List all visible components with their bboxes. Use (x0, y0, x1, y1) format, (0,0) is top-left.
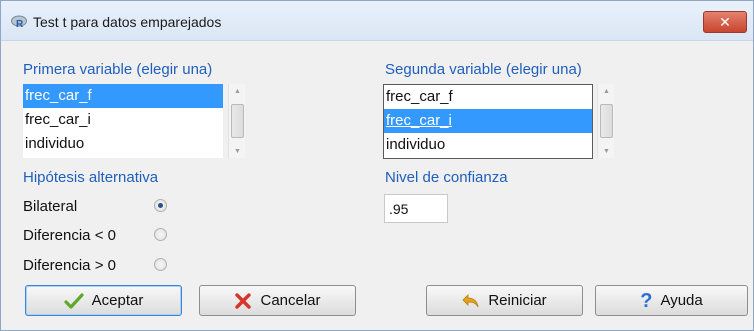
list-item[interactable]: frec_car_f (23, 84, 223, 108)
undo-arrow-icon (462, 293, 480, 309)
r-logo-icon: R (11, 15, 27, 30)
second-variable-label: Segunda variable (elegir una) (385, 61, 582, 78)
dialog-window: R Test t para datos emparejados ✕ Primer… (0, 0, 754, 331)
cross-icon (234, 292, 252, 309)
accept-label: Aceptar (91, 292, 144, 309)
confidence-level-input[interactable] (384, 194, 448, 223)
reset-button[interactable]: Reiniciar (426, 285, 583, 316)
second-variable-list[interactable]: frec_car_f frec_car_i individuo (383, 84, 593, 159)
radio-label-greater: Diferencia > 0 (23, 257, 116, 274)
close-icon[interactable]: ✕ (719, 14, 731, 31)
list-item[interactable]: frec_car_f (384, 85, 592, 109)
confidence-level-label: Nivel de confianza (385, 169, 508, 186)
alternative-hypothesis-label: Hipótesis alternativa (23, 169, 159, 186)
scroll-down-icon[interactable]: ▼ (229, 144, 246, 158)
cancel-button[interactable]: Cancelar (199, 285, 356, 316)
radio-greater[interactable] (154, 258, 167, 271)
dialog-content: Primera variable (elegir una) frec_car_f… (1, 42, 753, 330)
scroll-up-icon[interactable]: ▲ (229, 84, 246, 98)
list-item[interactable]: individuo (384, 133, 592, 157)
first-variable-scrollbar[interactable]: ▲ ▼ (228, 84, 245, 158)
scroll-up-icon[interactable]: ▲ (598, 84, 615, 98)
radio-label-bilateral: Bilateral (23, 198, 78, 215)
list-item[interactable]: frec_car_i (23, 108, 223, 132)
svg-text:R: R (16, 19, 24, 29)
checkmark-icon (64, 292, 84, 309)
radio-label-less: Diferencia < 0 (23, 227, 116, 244)
close-button[interactable]: ✕ (703, 11, 747, 33)
scroll-thumb[interactable] (231, 104, 244, 138)
second-variable-scrollbar[interactable]: ▲ ▼ (597, 84, 614, 158)
radio-less[interactable] (154, 228, 167, 241)
first-variable-label: Primera variable (elegir una) (23, 61, 213, 78)
list-item[interactable]: frec_car_i (384, 109, 592, 133)
first-variable-list[interactable]: frec_car_f frec_car_i individuo (23, 84, 223, 158)
cancel-label: Cancelar (260, 292, 321, 309)
help-button[interactable]: ? Ayuda (595, 285, 748, 316)
list-item[interactable]: individuo (23, 132, 223, 156)
reset-label: Reiniciar (488, 292, 547, 309)
accept-button[interactable]: Aceptar (25, 285, 182, 316)
question-mark-icon: ? (640, 289, 653, 312)
title-bar: R Test t para datos emparejados ✕ (1, 1, 753, 41)
window-title: Test t para datos emparejados (33, 14, 222, 30)
help-label: Ayuda (660, 292, 703, 309)
scroll-thumb[interactable] (600, 104, 613, 138)
scroll-down-icon[interactable]: ▼ (598, 144, 615, 158)
radio-bilateral[interactable] (154, 199, 167, 212)
